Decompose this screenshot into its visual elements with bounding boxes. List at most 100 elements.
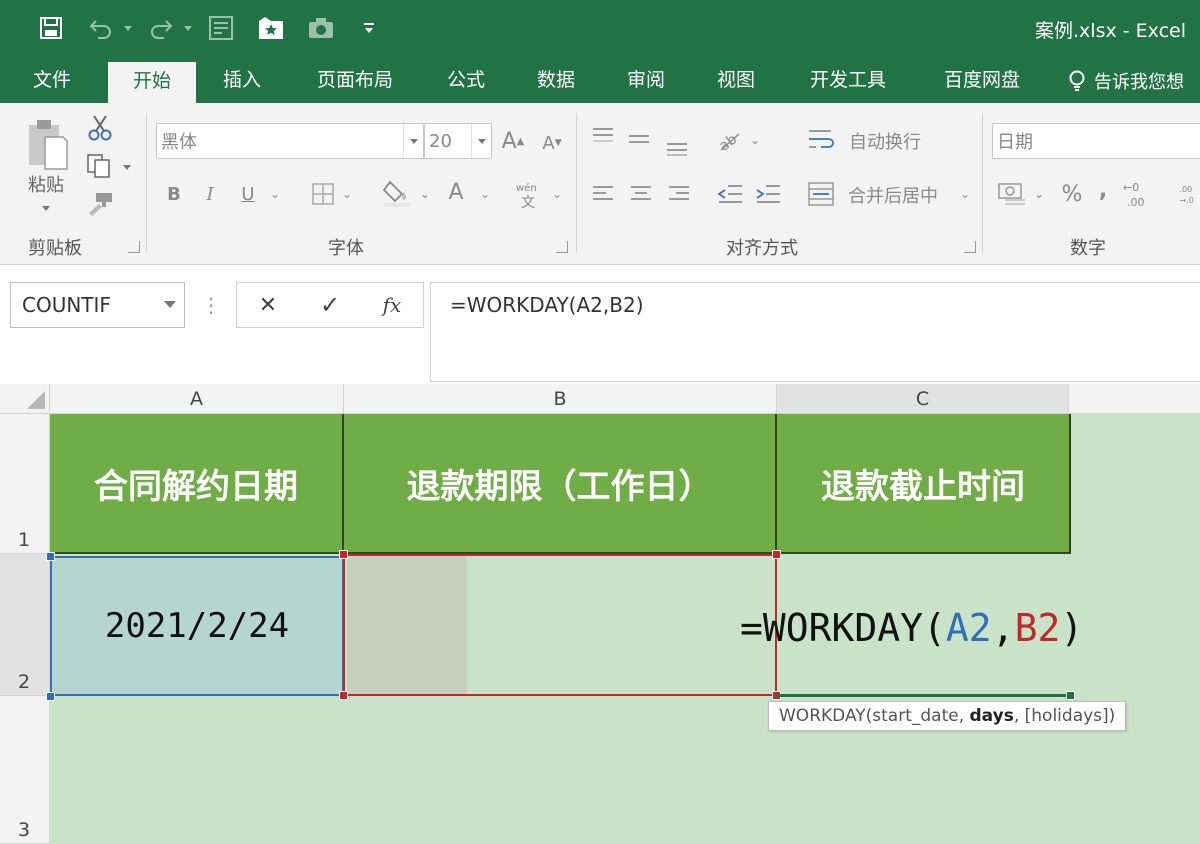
selection-handle[interactable]	[46, 692, 55, 701]
number-format-select[interactable]: 日期	[992, 123, 1200, 159]
fill-color-dropdown-icon[interactable]: ⌄	[418, 187, 432, 201]
font-size-dropdown-icon[interactable]	[471, 124, 491, 158]
row-header-2[interactable]: 2	[0, 554, 50, 696]
align-center-icon[interactable]	[626, 181, 656, 207]
redo-icon[interactable]	[146, 10, 176, 46]
percent-style-button[interactable]: %	[1058, 179, 1086, 209]
column-header-a[interactable]: A	[50, 384, 344, 414]
tab-developer[interactable]: 开发工具	[790, 58, 906, 103]
phonetic-guide-icon[interactable]: wén 文	[512, 179, 548, 211]
cell-b1[interactable]: 退款期限（工作日）	[344, 414, 777, 554]
increase-indent-icon[interactable]	[752, 181, 784, 207]
undo-dropdown-icon[interactable]	[122, 10, 134, 46]
undo-icon[interactable]	[86, 10, 116, 46]
tab-review[interactable]: 审阅	[610, 58, 682, 103]
selection-handle[interactable]	[772, 550, 781, 559]
merge-center-icon[interactable]	[806, 179, 836, 209]
cut-icon[interactable]	[86, 113, 114, 143]
tab-insert[interactable]: 插入	[206, 58, 278, 103]
column-header-blank[interactable]	[1069, 384, 1200, 414]
cell-c1[interactable]: 退款截止时间	[777, 414, 1071, 554]
tab-baidu-netdisk[interactable]: 百度网盘	[922, 58, 1042, 103]
underline-dropdown-icon[interactable]: ⌄	[268, 187, 282, 201]
function-tooltip[interactable]: WORKDAY(start_date, days, [holidays])	[768, 701, 1127, 731]
font-name-select[interactable]: 黑体	[156, 123, 424, 159]
align-left-icon[interactable]	[588, 181, 618, 207]
save-icon[interactable]	[36, 10, 66, 46]
accounting-format-icon[interactable]	[996, 177, 1028, 209]
row-header-1[interactable]: 1	[0, 414, 50, 554]
tab-home[interactable]: 开始	[108, 62, 196, 103]
alignment-launcher-icon[interactable]	[964, 241, 976, 253]
tab-view[interactable]: 视图	[700, 58, 772, 103]
increase-font-size-icon[interactable]: A ▲	[500, 125, 526, 157]
font-group-label: 字体	[328, 238, 364, 259]
borders-icon[interactable]	[308, 179, 338, 209]
format-painter-icon[interactable]	[86, 189, 114, 219]
italic-icon[interactable]: I	[196, 177, 224, 211]
name-box[interactable]: COUNTIF	[10, 282, 185, 328]
clipboard-launcher-icon[interactable]	[128, 241, 140, 253]
decrease-decimal-icon[interactable]: .00 →.0	[1178, 177, 1200, 211]
worksheet-grid[interactable]: A B C 1 2 3 合同解约日期 退款期限（工作日） 退款截止时间 2021…	[0, 384, 1200, 844]
cell-a2[interactable]: 2021/2/24	[50, 556, 344, 696]
selection-handle[interactable]	[339, 550, 348, 559]
tab-file[interactable]: 文件	[16, 58, 88, 103]
decrease-font-size-icon[interactable]: A ▼	[540, 129, 564, 157]
star-folder-icon[interactable]	[256, 10, 286, 46]
select-all-corner[interactable]	[0, 384, 50, 414]
insert-function-button[interactable]: fx	[375, 289, 409, 321]
copy-dropdown-icon[interactable]	[120, 161, 134, 173]
phonetic-dropdown-icon[interactable]: ⌄	[550, 187, 564, 201]
tab-data[interactable]: 数据	[520, 58, 592, 103]
borders-dropdown-icon[interactable]: ⌄	[340, 187, 354, 201]
form-icon[interactable]	[206, 10, 236, 46]
merge-center-label[interactable]: 合并后居中	[840, 181, 946, 209]
underline-icon[interactable]: U	[234, 177, 262, 211]
paste-button[interactable]	[22, 115, 72, 173]
align-bottom-icon[interactable]	[662, 133, 692, 159]
font-color-dropdown-icon[interactable]: ⌄	[478, 187, 492, 201]
align-middle-icon[interactable]	[624, 127, 654, 153]
align-right-icon[interactable]	[664, 181, 694, 207]
column-header-b[interactable]: B	[344, 384, 777, 414]
comma-style-button[interactable]: ,	[1094, 175, 1112, 205]
name-box-dropdown-icon[interactable]	[164, 301, 176, 308]
cancel-formula-button[interactable]: ✕	[251, 289, 285, 321]
fill-handle[interactable]	[1066, 691, 1075, 700]
formula-bar-grip-icon[interactable]: ⋮	[198, 290, 222, 320]
bold-icon[interactable]: B	[160, 177, 188, 211]
redo-dropdown-icon[interactable]	[182, 10, 194, 46]
paste-dropdown-icon[interactable]	[38, 203, 54, 213]
orientation-dropdown-icon[interactable]: ⌄	[748, 133, 762, 147]
font-size-select[interactable]: 20	[424, 123, 492, 159]
increase-decimal-icon[interactable]: ←0.00	[1120, 177, 1152, 211]
font-name-dropdown-icon[interactable]	[403, 124, 423, 158]
tab-formulas[interactable]: 公式	[432, 58, 500, 103]
fill-color-icon[interactable]	[380, 175, 414, 209]
formula-input[interactable]: =WORKDAY(A2,B2)	[430, 282, 1200, 382]
cell-c2-editing[interactable]: =WORKDAY(A2,B2)	[740, 606, 1083, 650]
customize-icon[interactable]	[360, 10, 378, 46]
svg-text:.00: .00	[1179, 185, 1192, 194]
merge-dropdown-icon[interactable]: ⌄	[958, 187, 972, 201]
cell-a1[interactable]: 合同解约日期	[50, 414, 344, 554]
row-header-3[interactable]: 3	[0, 696, 50, 844]
font-color-icon[interactable]: A	[442, 175, 470, 209]
wrap-text-label[interactable]: 自动换行	[840, 127, 930, 155]
align-top-icon[interactable]	[588, 123, 618, 149]
decrease-indent-icon[interactable]	[714, 181, 746, 207]
accounting-dropdown-icon[interactable]: ⌄	[1032, 187, 1046, 201]
wrap-text-icon[interactable]	[806, 125, 836, 155]
font-launcher-icon[interactable]	[556, 241, 568, 253]
selection-handle[interactable]	[339, 691, 348, 700]
copy-icon[interactable]	[84, 151, 114, 181]
tab-page-layout[interactable]: 页面布局	[296, 58, 414, 103]
selection-handle[interactable]	[46, 552, 55, 561]
cell-b2[interactable]	[347, 556, 467, 694]
enter-formula-button[interactable]: ✓	[313, 289, 347, 321]
column-header-c[interactable]: C	[777, 384, 1069, 414]
tell-me-box[interactable]: 告诉我您想	[1068, 58, 1184, 103]
orientation-icon[interactable]: ab	[714, 125, 744, 155]
camera-icon[interactable]	[306, 10, 336, 46]
